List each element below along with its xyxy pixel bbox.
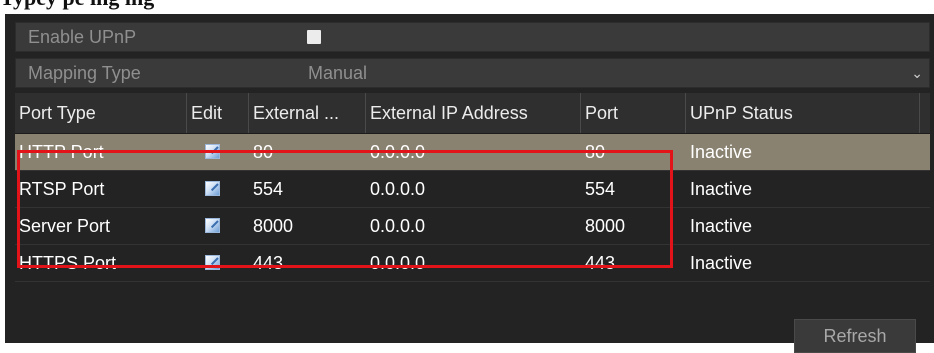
upnp-status-cell: Inactive — [690, 253, 753, 273]
mapping-type-row: Mapping Type Manual ⌄ — [15, 58, 930, 88]
table-header: Port Type Edit External ... External IP … — [15, 93, 930, 134]
column-header-external-port[interactable]: External ... — [249, 93, 366, 133]
enable-upnp-row: Enable UPnP — [15, 22, 930, 52]
enable-upnp-label: Enable UPnP — [28, 27, 137, 47]
highlight-box — [17, 150, 673, 268]
page-heading: Typey pe ing ing — [0, 0, 154, 10]
chevron-down-icon[interactable]: ⌄ — [911, 59, 923, 87]
column-header-external-ip[interactable]: External IP Address — [366, 93, 581, 133]
upnp-status-cell: Inactive — [690, 216, 753, 236]
column-header-upnp-status[interactable]: UPnP Status — [686, 93, 920, 133]
upnp-status-cell: Inactive — [690, 142, 753, 162]
upnp-status-cell: Inactive — [690, 179, 753, 199]
upnp-settings-panel: Enable UPnP Mapping Type Manual ⌄ Port T… — [5, 14, 934, 353]
enable-upnp-checkbox[interactable] — [307, 30, 321, 44]
mapping-type-select[interactable]: Manual — [308, 59, 367, 87]
column-header-port[interactable]: Port — [581, 93, 686, 133]
refresh-button[interactable]: Refresh — [794, 319, 916, 353]
mapping-type-label: Mapping Type — [28, 63, 141, 83]
column-header-port-type[interactable]: Port Type — [15, 93, 187, 133]
column-header-edit[interactable]: Edit — [187, 93, 249, 133]
